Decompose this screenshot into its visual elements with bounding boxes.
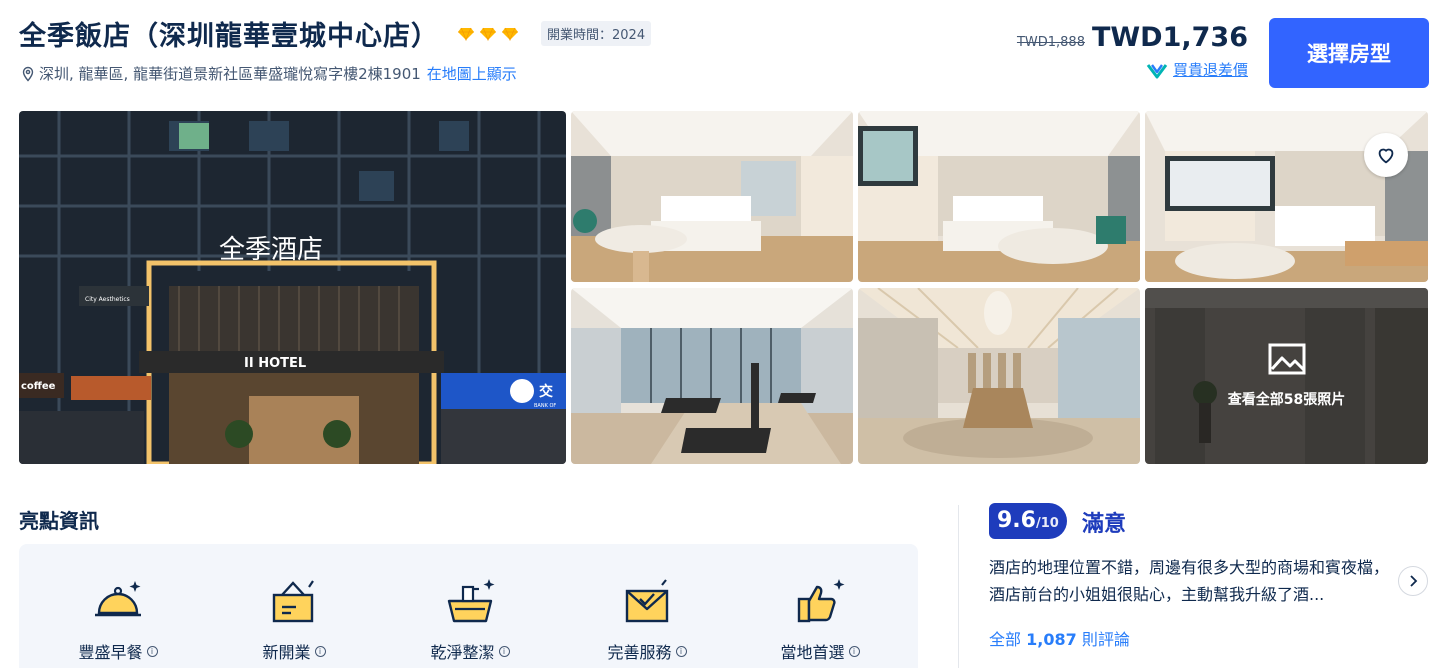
next-review-button[interactable] — [1398, 566, 1428, 596]
hotel-entrance-sign: II HOTEL — [244, 356, 306, 371]
price-box: TWD1,888 TWD1,736 買貴退差價 — [1017, 22, 1248, 80]
bank-sign: 交 — [539, 383, 553, 400]
select-room-button[interactable]: 選擇房型 — [1269, 18, 1429, 88]
hotel-address: 深圳, 龍華區, 龍華街道景新社區華盛瓏悅寫字樓2棟1901 在地圖上顯示 — [20, 63, 517, 84]
gym-image — [571, 288, 853, 464]
review-count-suffix: 則評論 — [1081, 630, 1130, 649]
info-icon[interactable]: i — [675, 645, 687, 657]
section-divider — [958, 505, 959, 668]
hotel-name: 全季飯店（深圳龍華壹城中心店） — [19, 21, 439, 52]
review-count: 1,087 — [1026, 630, 1077, 649]
bank-sign-english: BANK OF — [534, 403, 556, 409]
original-price: TWD1,888 — [1016, 35, 1085, 50]
rating-word: 滿意 — [1082, 512, 1127, 537]
view-all-photos-button[interactable]: 查看全部58張照片 — [1145, 288, 1428, 464]
diamond-icon — [480, 27, 496, 41]
location-pin-icon — [22, 66, 34, 82]
highlight-label: 乾淨整潔 — [430, 643, 495, 662]
highlight-item[interactable]: 豐盛早餐 i — [38, 577, 198, 663]
service-envelope-icon — [625, 579, 669, 623]
lounge-image — [858, 288, 1140, 464]
highlight-label: 完善服務 — [607, 643, 672, 662]
current-price: TWD1,736 — [1091, 22, 1248, 53]
highlight-item[interactable]: 新開業 i — [214, 577, 374, 663]
new-open-sign-icon — [272, 580, 314, 623]
review-snippet: 酒店的地理位置不錯，周邊有很多大型的商場和賓夜檔，酒店前台的小姐姐很貼心，主動幫… — [989, 558, 1390, 604]
review-count-prefix: 全部 — [989, 630, 1022, 649]
room-image — [858, 111, 1140, 282]
thumbs-up-icon — [797, 579, 845, 623]
image-gallery-icon — [1268, 343, 1305, 375]
address-text: 深圳, 龍華區, 龍華街道景新社區華盛瓏悅寫字樓2棟1901 — [39, 65, 421, 83]
show-on-map-link[interactable]: 在地圖上顯示 — [427, 63, 517, 84]
highlights-heading: 亮點資訊 — [19, 503, 123, 534]
favorite-button[interactable] — [1364, 133, 1408, 177]
diamond-icon — [458, 27, 474, 41]
highlight-label: 當地首選 — [780, 643, 845, 662]
cleaning-basket-icon — [447, 579, 495, 623]
breakfast-cloche-icon — [95, 581, 141, 617]
review-score-max: /10 — [1035, 516, 1059, 531]
price-guarantee-link[interactable]: 買貴退差價 — [1017, 59, 1248, 80]
hotel-header: 全季飯店（深圳龍華壹城中心店） 開業時間：2024 — [19, 14, 652, 53]
main-photo-exterior[interactable]: 全季酒店 II HOTEL City Aesthetics coffee 交 B… — [19, 111, 566, 464]
photo-gym[interactable] — [571, 288, 853, 464]
hotel-exterior-image: 全季酒店 II HOTEL City Aesthetics coffee 交 B… — [19, 111, 566, 464]
star-rating — [457, 27, 519, 41]
price-guarantee-icon — [1146, 63, 1168, 78]
shop-sign-city-aesthetics: City Aesthetics — [85, 296, 130, 303]
info-icon[interactable]: i — [314, 645, 326, 657]
diamond-icon — [502, 27, 518, 41]
review-score: 9.6 — [997, 508, 1036, 533]
highlight-label: 豐盛早餐 — [78, 643, 143, 662]
price-guarantee-label: 買貴退差價 — [1172, 61, 1248, 79]
info-icon[interactable]: i — [498, 645, 510, 657]
shop-sign-coffee: coffee — [21, 381, 56, 392]
room-image — [571, 111, 853, 282]
highlights-title: 亮點資訊 — [19, 509, 99, 533]
highlight-item[interactable]: 乾淨整潔 i — [390, 577, 550, 663]
heading-accent-dot — [97, 503, 123, 529]
building-sign: 全季酒店 — [219, 235, 323, 265]
all-reviews-link[interactable]: 全部 1,087 則評論 — [989, 626, 1130, 650]
highlight-item[interactable]: 當地首選 i — [740, 577, 900, 663]
open-time-badge: 開業時間：2024 — [541, 21, 652, 46]
photo-room-1[interactable] — [571, 111, 853, 282]
review-score-badge: 9.6 /10 — [989, 503, 1067, 539]
photo-room-2[interactable] — [858, 111, 1140, 282]
highlight-item[interactable]: 完善服務 i — [567, 577, 727, 663]
info-icon[interactable]: i — [146, 645, 158, 657]
photo-lounge[interactable] — [858, 288, 1140, 464]
chevron-right-icon — [1410, 575, 1418, 587]
view-all-photos-label: 查看全部58張照片 — [1227, 392, 1346, 408]
highlight-label: 新開業 — [262, 643, 311, 662]
heart-icon — [1378, 148, 1394, 164]
info-icon[interactable]: i — [848, 645, 860, 657]
